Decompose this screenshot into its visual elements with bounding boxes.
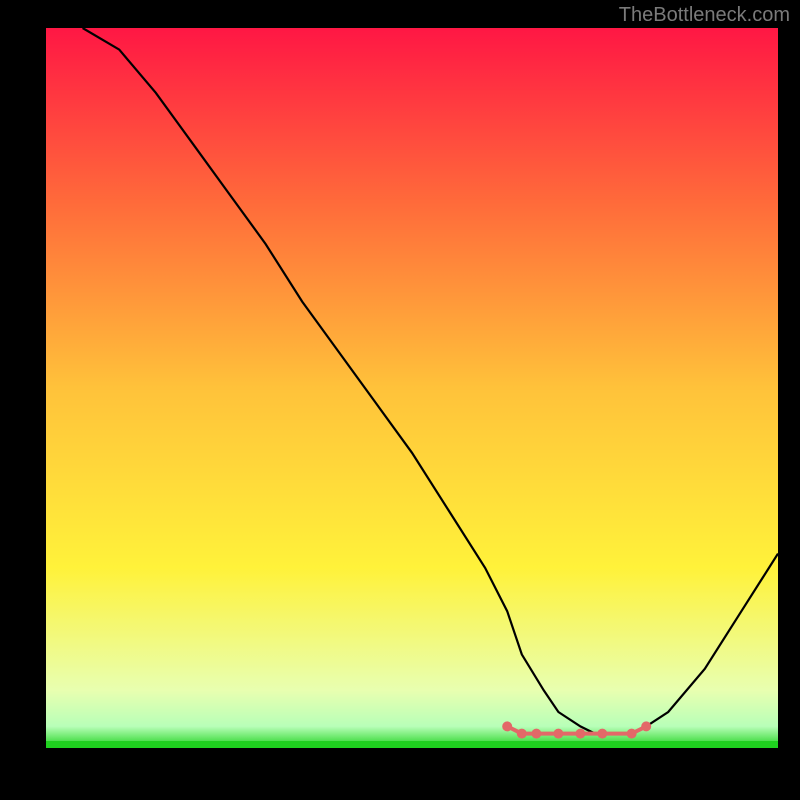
valley-marker (502, 721, 512, 731)
valley-marker (575, 729, 585, 739)
valley-marker (553, 729, 563, 739)
valley-marker (641, 721, 651, 731)
watermark-text: TheBottleneck.com (619, 4, 790, 27)
valley-marker (531, 729, 541, 739)
bottleneck-curve (83, 28, 778, 734)
chart-container (46, 28, 778, 775)
valley-marker (597, 729, 607, 739)
curve-layer (46, 28, 778, 748)
plot-area (46, 28, 778, 748)
optimal-band (46, 741, 778, 748)
valley-marker (627, 729, 637, 739)
valley-marker (517, 729, 527, 739)
